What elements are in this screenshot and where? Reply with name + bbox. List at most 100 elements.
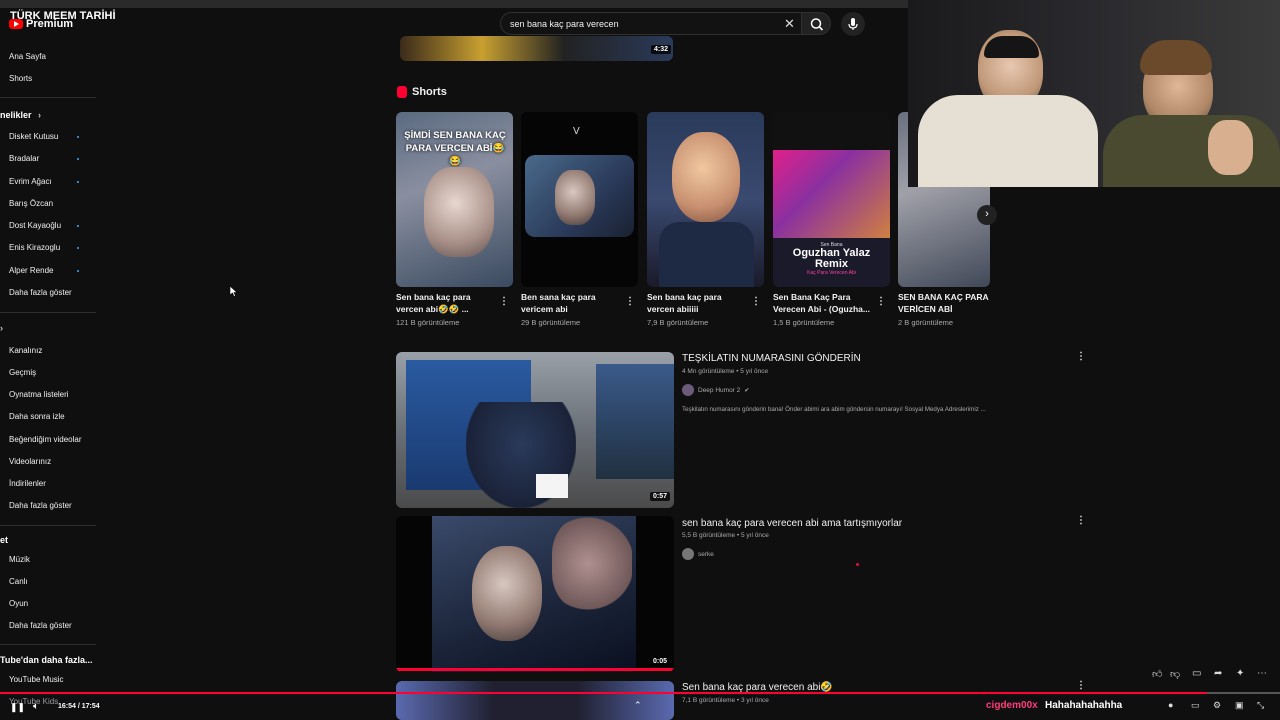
remix-banner-main: Oguzhan Yalaz Remix: [792, 247, 871, 270]
more-options-icon[interactable]: ⋮: [1076, 515, 1086, 526]
video-channel-2[interactable]: serke: [682, 548, 714, 560]
top-video-thumbnail[interactable]: [400, 36, 673, 61]
sidebar-you-7[interactable]: İndirilenler: [9, 479, 46, 488]
sidebar-explore-1[interactable]: Müzik: [9, 555, 30, 564]
volume-icon[interactable]: 🔈︎: [33, 701, 39, 712]
autoplay-toggle-icon[interactable]: ●: [1168, 700, 1173, 710]
short-title-2[interactable]: Ben sana kaç para vericem abi: [521, 291, 621, 315]
sidebar-sub-6[interactable]: Enis Kirazoglu: [9, 243, 60, 252]
progress-fill: [0, 692, 1208, 694]
avatar: [682, 548, 694, 560]
new-content-dot: [77, 181, 79, 183]
explore-header: et: [0, 535, 9, 545]
chat-message: Hahahahahahha: [1045, 700, 1123, 711]
subtitles-icon[interactable]: ▭: [1191, 700, 1200, 711]
sidebar-you-4[interactable]: Daha sonra izle: [9, 412, 65, 421]
more-options-icon[interactable]: ⋯: [1257, 668, 1267, 679]
video-title-1[interactable]: TEŞKİLATIN NUMARASINI GÖNDERİN: [682, 353, 861, 364]
avatar: [682, 384, 694, 396]
short-views-5: 2 B görüntüleme: [898, 318, 954, 327]
pause-icon[interactable]: ❚❚: [10, 702, 25, 713]
settings-icon[interactable]: ⚙: [1213, 700, 1221, 711]
sidebar-sub-7[interactable]: Alper Rende: [9, 266, 53, 275]
video-desc-1: Teşkilatın numarasını gönderin bana! Önd…: [682, 406, 986, 413]
sparkle-icon[interactable]: ✦: [1236, 668, 1244, 679]
sidebar-sub-3[interactable]: Evrim Ağacı: [9, 177, 52, 186]
video-thumbnail-2[interactable]: [396, 516, 674, 672]
short-title-5[interactable]: SEN BANA KAÇ PARA VERİCEN ABİ: [898, 291, 990, 315]
shorts-title: Shorts: [412, 86, 447, 98]
sidebar-item-home[interactable]: Ana Sayfa: [9, 52, 46, 61]
short-title-1[interactable]: Sen bana kaç para vercen abi🤣🤣 ...: [396, 291, 496, 315]
sidebar-explore-2[interactable]: Canlı: [9, 577, 28, 586]
sidebar-explore-3[interactable]: Oyun: [9, 599, 28, 608]
paper-image: [536, 474, 568, 498]
sidebar: Ana Sayfa Shorts nelikler › Disket Kutus…: [0, 40, 96, 720]
more-options-icon[interactable]: ⋮: [499, 296, 509, 307]
duration-badge: 4:32: [651, 45, 672, 54]
subscriptions-header-label: nelikler: [0, 110, 32, 120]
clear-search-icon[interactable]: ✕: [784, 16, 795, 32]
video-progress-bar[interactable]: [0, 692, 1280, 694]
subscriptions-header[interactable]: nelikler ›: [0, 110, 41, 120]
sidebar-show-more-1[interactable]: Daha fazla göster: [9, 288, 72, 297]
sidebar-more-1[interactable]: YouTube Music: [9, 675, 64, 684]
red-dot: [856, 563, 859, 566]
sidebar-sub-1[interactable]: Disket Kutusu: [9, 132, 58, 141]
search-button[interactable]: [801, 12, 831, 35]
face-image: [555, 170, 595, 225]
sidebar-you-3[interactable]: Oynatma listeleri: [9, 390, 69, 399]
streamer-shirt: [918, 95, 1098, 187]
more-options-icon[interactable]: ⋮: [876, 296, 886, 307]
more-options-icon[interactable]: ⋮: [1076, 351, 1086, 362]
youtube-logo[interactable]: Premium: [9, 18, 73, 30]
sidebar-item-shorts[interactable]: Shorts: [9, 74, 32, 83]
like-icon[interactable]: 👍︎: [1152, 668, 1162, 680]
more-options-icon[interactable]: ⋮: [1076, 680, 1086, 691]
miniplayer-icon[interactable]: ▣: [1235, 700, 1244, 711]
shorts-header: Shorts: [397, 86, 447, 98]
window-image: [596, 364, 674, 479]
short-thumbnail-3[interactable]: [647, 112, 764, 287]
search-input[interactable]: sen bana kaç para verecen: [510, 19, 619, 29]
share-icon[interactable]: ➦: [1214, 668, 1222, 679]
sidebar-sub-2[interactable]: Bradalar: [9, 154, 39, 163]
duration-badge: 0:05: [650, 657, 671, 666]
voice-search-button[interactable]: [841, 12, 865, 36]
streamer-cap: [984, 36, 1039, 58]
short-thumbnail-1[interactable]: ŞİMDİ SEN BANA KAÇ PARA VERCEN ABİ😂😂: [396, 112, 513, 287]
sidebar-show-more-2[interactable]: Daha fazla göster: [9, 501, 72, 510]
remix-banner-sub: Kaç Para Verecen Abi: [807, 270, 856, 276]
sidebar-sub-4[interactable]: Barış Özcan: [9, 199, 53, 208]
sidebar-show-more-3[interactable]: Daha fazla göster: [9, 621, 72, 630]
short-thumbnail-2[interactable]: V: [521, 112, 638, 287]
sidebar-you-1[interactable]: Kanalınız: [9, 346, 42, 355]
sidebar-sub-5[interactable]: Dost Kayaoğlu: [9, 221, 61, 230]
channel-name: serke: [698, 550, 714, 558]
video-thumbnail-1[interactable]: [396, 352, 674, 508]
chevron-up-icon[interactable]: ⌃: [634, 700, 642, 711]
guest-hand: [1208, 120, 1253, 175]
video-channel-1[interactable]: Deep Humor 2 ✔: [682, 384, 749, 396]
guest-hair: [1140, 40, 1212, 75]
divider: [0, 97, 96, 98]
chevron-right-icon[interactable]: ›: [977, 205, 997, 225]
dislike-icon[interactable]: 👎︎: [1170, 668, 1180, 680]
more-options-icon[interactable]: ⋮: [625, 296, 635, 307]
fullscreen-icon[interactable]: ⤡: [1257, 700, 1264, 711]
video-frame: [773, 150, 890, 238]
search-box[interactable]: sen bana kaç para verecen ✕: [500, 12, 802, 35]
animated-character-image: [672, 132, 740, 222]
sidebar-you-6[interactable]: Videolarınız: [9, 457, 51, 466]
face-image: [424, 167, 494, 257]
short-title-4[interactable]: Sen Bana Kaç Para Verecen Abi - (Oguzha.…: [773, 291, 873, 315]
short-thumbnail-4[interactable]: Sen Bana Oguzhan Yalaz Remix Kaç Para Ve…: [773, 112, 890, 287]
verified-icon: ✔: [744, 387, 750, 394]
sidebar-you-5[interactable]: Beğendiğim videolar: [9, 435, 82, 444]
more-options-icon[interactable]: ⋮: [751, 296, 761, 307]
chevron-right-icon[interactable]: ›: [0, 323, 3, 333]
comment-icon[interactable]: ▭: [1192, 668, 1201, 679]
sidebar-you-2[interactable]: Geçmiş: [9, 368, 36, 377]
video-title-2[interactable]: sen bana kaç para verecen abi ama tartış…: [682, 518, 902, 529]
short-title-3[interactable]: Sen bana kaç para vercen abiiiii: [647, 291, 747, 315]
